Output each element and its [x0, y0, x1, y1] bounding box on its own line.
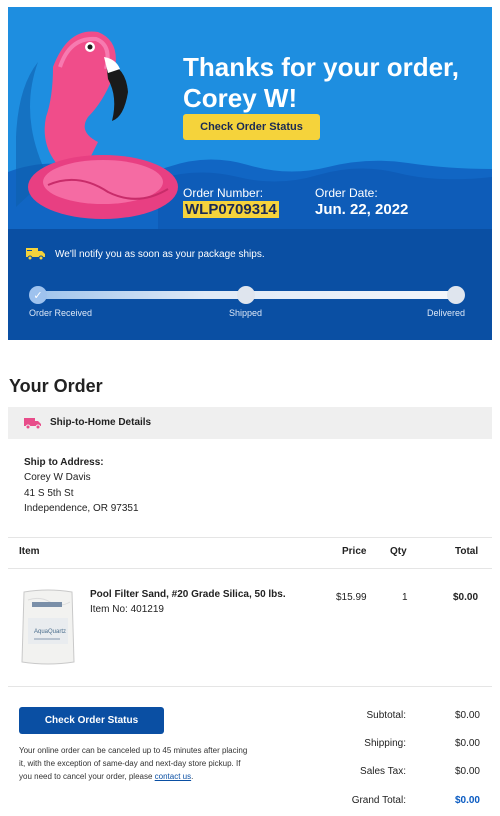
ship-to-home-title: Ship-to-Home Details	[50, 417, 152, 428]
pool-sand-bag-image: AquaQuartz	[21, 589, 75, 665]
shipping-value: $0.00	[454, 738, 480, 749]
your-order-heading: Your Order	[9, 376, 103, 396]
step-order-received-dot: ✓	[29, 286, 47, 304]
cancel-policy-text: Your online order can be canceled up to …	[19, 746, 248, 781]
subtotal-label: Subtotal:	[366, 710, 406, 721]
truck-icon	[26, 248, 45, 261]
divider	[8, 568, 492, 569]
product-qty: 1	[402, 592, 408, 603]
cancel-policy-note: Your online order can be canceled up to …	[19, 746, 248, 781]
address-name: Corey W Davis	[24, 472, 91, 483]
column-header-item: Item	[19, 546, 40, 557]
subtotal-value: $0.00	[454, 710, 480, 721]
ship-to-address-label: Ship to Address:	[24, 457, 104, 468]
order-number-highlight: WLP0709314	[183, 201, 279, 218]
column-header-total: Total	[455, 546, 479, 557]
hero-title: Thanks for your order, Corey W!	[183, 52, 459, 113]
order-confirmation-page: Thanks for your order, Corey W! Check Or…	[0, 0, 500, 816]
divider	[8, 686, 492, 687]
address-street: 41 S 5th St	[24, 488, 74, 499]
grand-total-value: $0.00	[454, 795, 480, 806]
order-number-label: Order Number:	[183, 186, 264, 200]
hero-banner: Thanks for your order, Corey W! Check Or…	[8, 7, 492, 229]
svg-text:AquaQuartz: AquaQuartz	[34, 629, 66, 635]
ship-to-home-header: Ship-to-Home Details	[8, 407, 492, 439]
ship-notify-text: We'll notify you as soon as your package…	[55, 249, 265, 260]
flamingo-float-image	[16, 31, 178, 219]
step-delivered-dot	[447, 286, 465, 304]
hero-check-order-status-button[interactable]: Check Order Status	[183, 114, 320, 140]
step-shipped-dot	[237, 286, 255, 304]
product-total: $0.00	[453, 592, 479, 603]
sales-tax-value: $0.00	[454, 766, 480, 777]
step-label-shipped: Shipped	[229, 308, 263, 318]
ship-to-home-truck-icon	[24, 418, 41, 430]
order-date-label: Order Date:	[315, 186, 378, 200]
product-price: $15.99	[336, 592, 367, 603]
grand-total-label: Grand Total:	[351, 795, 406, 806]
column-header-qty: Qty	[390, 546, 407, 557]
address-city: Independence, OR 97351	[24, 503, 139, 514]
product-item-number: Item No: 401219	[90, 604, 164, 615]
checkmark-icon: ✓	[33, 289, 43, 302]
product-name[interactable]: Pool Filter Sand, #20 Grade Silica, 50 l…	[90, 589, 286, 600]
shipment-tracker: We'll notify you as soon as your package…	[8, 229, 492, 340]
contact-us-link[interactable]: contact us	[155, 772, 191, 781]
step-label-order-received: Order Received	[29, 308, 93, 318]
sales-tax-label: Sales Tax:	[360, 766, 406, 777]
check-order-status-button[interactable]: Check Order Status	[19, 707, 164, 734]
column-header-price: Price	[342, 546, 367, 557]
step-label-delivered: Delivered	[427, 308, 466, 318]
divider	[8, 537, 492, 538]
order-number-value: WLP0709314	[183, 201, 279, 218]
shipping-label: Shipping:	[364, 738, 406, 749]
order-date-value: Jun. 22, 2022	[315, 201, 409, 218]
